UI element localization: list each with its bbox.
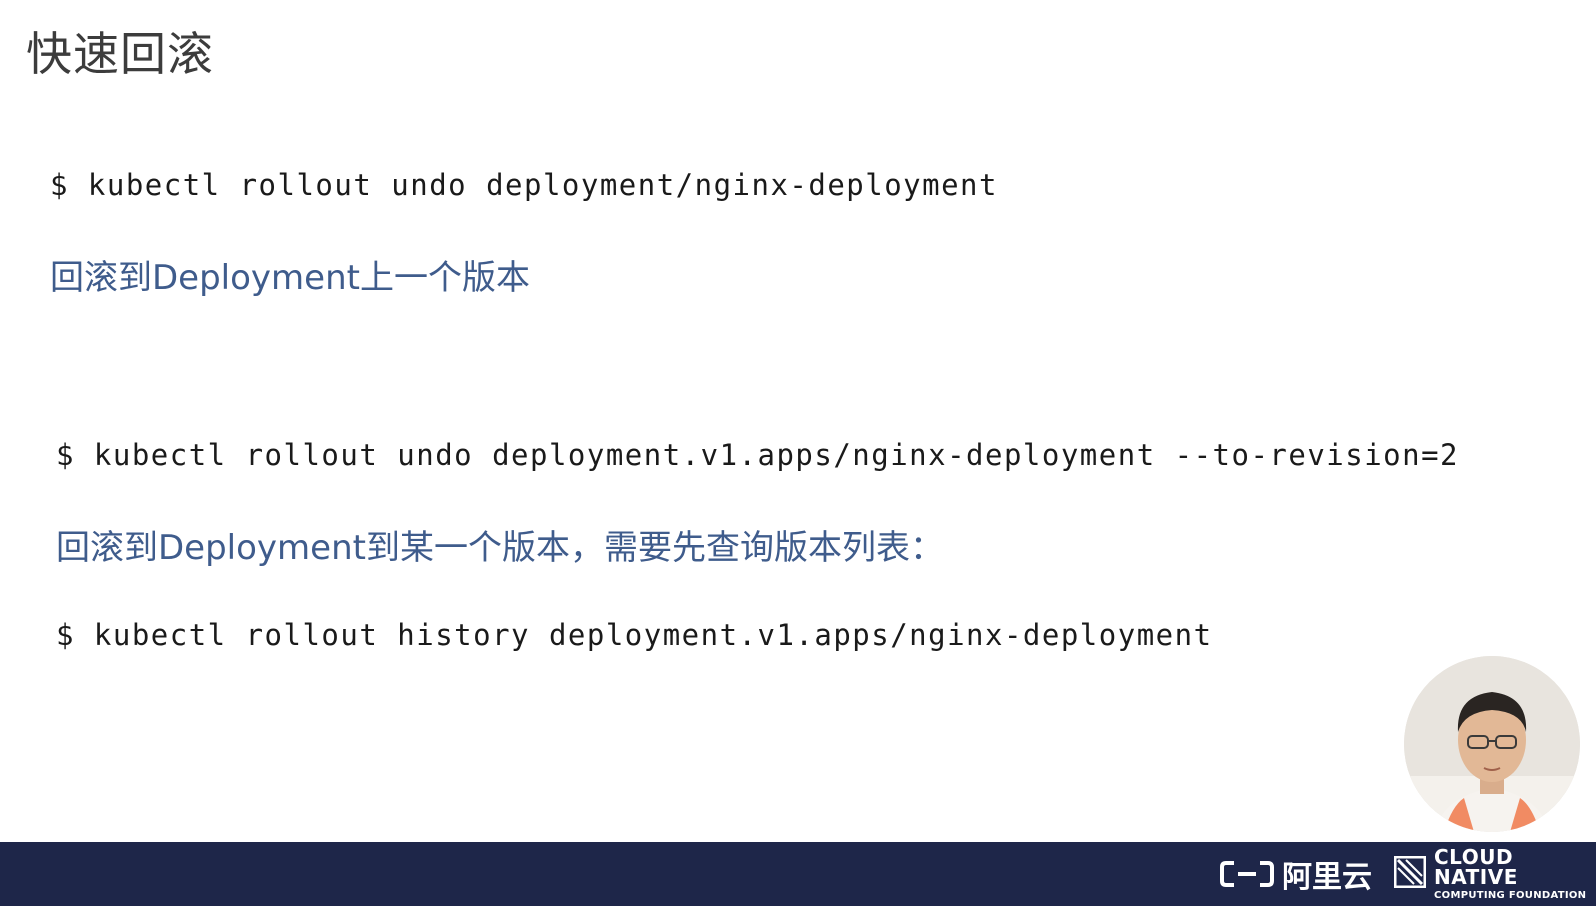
command-undo-previous: $ kubectl rollout undo deployment/nginx-… bbox=[50, 168, 998, 202]
presenter-video-icon bbox=[1404, 656, 1580, 832]
command-undo-to-revision: $ kubectl rollout undo deployment.v1.app… bbox=[56, 438, 1460, 472]
aliyun-logo-icon bbox=[1220, 859, 1274, 889]
aliyun-logo: 阿里云 bbox=[1220, 856, 1372, 895]
command-rollout-history: $ kubectl rollout history deployment.v1.… bbox=[56, 618, 1213, 652]
footer-bar: 阿里云 CLOUD NATIVE COMPUTING FOUNDATION bbox=[0, 842, 1596, 906]
note-undo-to-revision: 回滚到Deployment到某一个版本，需要先查询版本列表： bbox=[56, 528, 944, 568]
presenter-avatar bbox=[1404, 656, 1580, 832]
note-undo-previous: 回滚到Deployment上一个版本 bbox=[50, 258, 530, 298]
aliyun-name: 阿里云 bbox=[1282, 860, 1372, 895]
cncf-name-line2: COMPUTING FOUNDATION bbox=[1434, 890, 1587, 901]
cncf-logo-icon bbox=[1393, 855, 1427, 892]
slide-title: 快速回滚 bbox=[26, 27, 214, 81]
cncf-logo: CLOUD NATIVE COMPUTING FOUNDATION bbox=[1393, 847, 1596, 901]
cncf-name-line1: CLOUD NATIVE bbox=[1434, 845, 1518, 889]
